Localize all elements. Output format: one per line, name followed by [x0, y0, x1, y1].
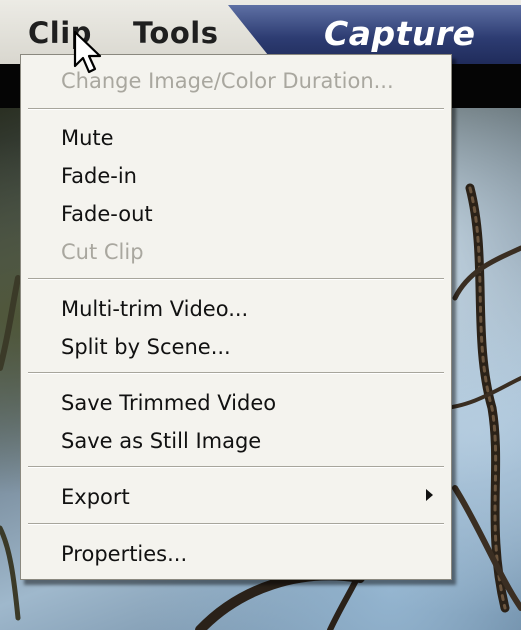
menu-separator — [28, 523, 444, 525]
menu-item-mute[interactable]: Mute — [61, 126, 114, 150]
menu-item-multi-trim-video[interactable]: Multi-trim Video... — [61, 297, 248, 321]
menu-separator — [28, 108, 444, 110]
menu-item-cut-clip: Cut Clip — [61, 240, 144, 264]
arrow-cursor-icon — [73, 30, 102, 74]
menu-separator — [28, 278, 444, 280]
menu-item-split-by-scene[interactable]: Split by Scene... — [61, 335, 231, 359]
menu-item-export[interactable]: Export — [61, 485, 130, 509]
menu-item-properties[interactable]: Properties... — [61, 542, 187, 566]
menu-item-save-trimmed-video[interactable]: Save Trimmed Video — [61, 391, 276, 415]
menu-item-fade-in[interactable]: Fade-in — [61, 164, 137, 188]
menu-separator — [28, 372, 444, 374]
clip-menu-dropdown: Change Image/Color Duration... Mute Fade… — [20, 54, 452, 580]
capture-tab-label[interactable]: Capture — [324, 14, 476, 53]
submenu-arrow-icon — [426, 489, 433, 501]
menu-item-fade-out[interactable]: Fade-out — [61, 202, 153, 226]
menu-item-save-as-still-image[interactable]: Save as Still Image — [61, 429, 261, 453]
menu-separator — [28, 466, 444, 468]
menu-tools[interactable]: Tools — [133, 16, 218, 50]
menu-item-change-image-color-duration: Change Image/Color Duration... — [61, 69, 394, 93]
